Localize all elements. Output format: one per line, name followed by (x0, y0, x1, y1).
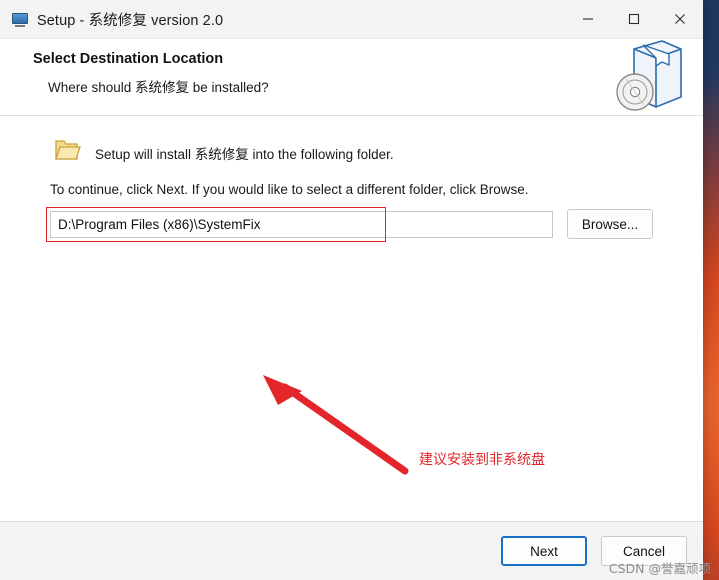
browse-button[interactable]: Browse... (567, 209, 653, 239)
page-header: Select Destination Location Where should… (0, 39, 703, 116)
installer-box-icon (599, 35, 685, 115)
setup-window: Setup - 系统修复 version 2.0 Select Destinat… (0, 0, 703, 580)
path-highlight-box (46, 207, 386, 242)
install-folder-text: Setup will install 系统修复 into the followi… (95, 147, 394, 162)
continue-instruction-text: To continue, click Next. If you would li… (50, 182, 529, 197)
close-icon[interactable] (657, 0, 703, 38)
setup-wizard-icon (12, 11, 28, 27)
page-subtitle: Where should 系统修复 be installed? (48, 80, 269, 95)
minimize-icon[interactable] (565, 0, 611, 38)
watermark: CSDN @誉嘉顽项 (608, 561, 711, 576)
folder-icon (52, 134, 82, 164)
next-button[interactable]: Next (501, 536, 587, 566)
maximize-icon[interactable] (611, 0, 657, 38)
annotation-text: 建议安装到非系统盘 (419, 452, 545, 468)
page-body: Setup will install 系统修复 into the followi… (0, 116, 703, 580)
window-title: Setup - 系统修复 version 2.0 (37, 12, 224, 29)
footer-bar: Next Cancel (0, 521, 703, 580)
title-bar: Setup - 系统修复 version 2.0 (0, 0, 703, 39)
page-title: Select Destination Location (33, 51, 224, 67)
window-controls (565, 0, 703, 38)
